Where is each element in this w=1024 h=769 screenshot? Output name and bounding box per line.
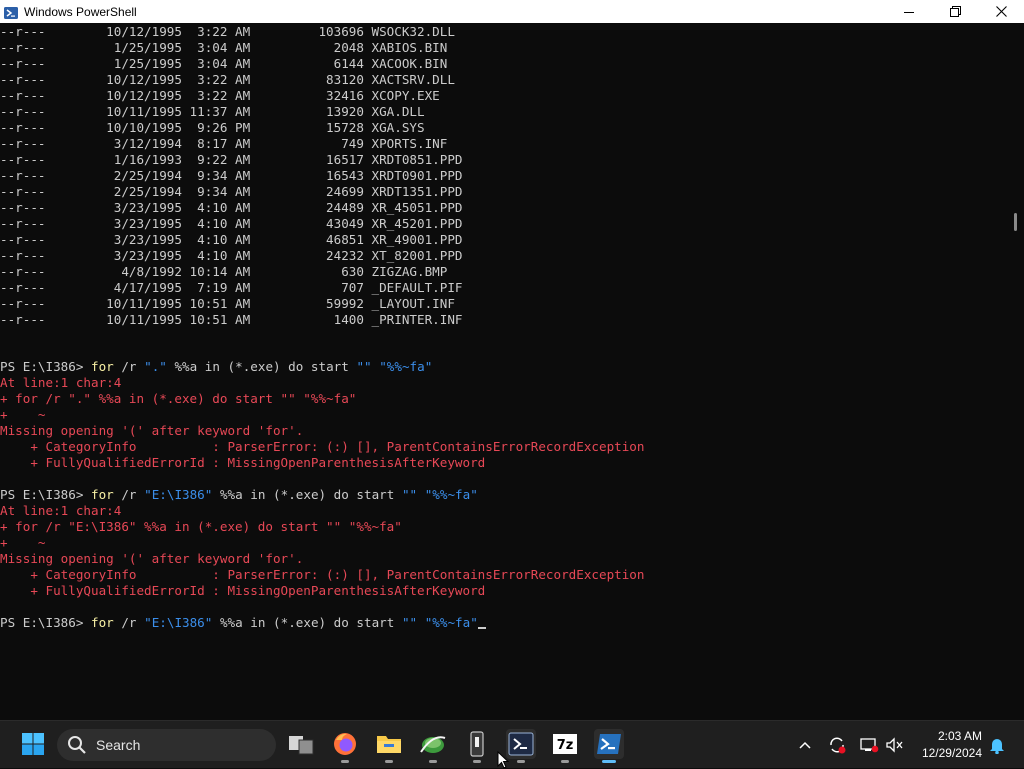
svg-text:7z: 7z <box>557 738 574 753</box>
text-cursor <box>477 627 486 629</box>
file-explorer-button[interactable] <box>374 729 404 763</box>
scrollbar-thumb[interactable] <box>1014 213 1017 231</box>
active-indicator <box>602 760 616 763</box>
7zip-icon: 7z <box>553 734 577 754</box>
listing-row: --r--- 10/12/1995 3:22 AM 83120 XACTSRV.… <box>0 72 455 87</box>
chevron-up-icon <box>799 741 811 749</box>
search-label: Search <box>96 737 141 753</box>
taskbar: Search 7z 2:03 AM 12/29/2024 <box>0 720 1024 769</box>
error-location: At line:1 char:4 <box>0 503 122 518</box>
listing-row: --r--- 2/25/1994 9:34 AM 16543 XRDT0901.… <box>0 168 463 183</box>
bell-icon <box>990 739 1004 754</box>
powershell-ise-button[interactable] <box>506 729 536 763</box>
show-hidden-icons-button[interactable] <box>794 721 816 769</box>
error-location: At line:1 char:4 <box>0 375 122 390</box>
listing-row: --r--- 4/8/1992 10:14 AM 630 ZIGZAG.BMP <box>0 264 448 279</box>
error-caret: + ~ <box>0 407 46 422</box>
error-caret: + ~ <box>0 535 46 550</box>
listing-row: --r--- 10/11/1995 10:51 AM 59992 _LAYOUT… <box>0 296 455 311</box>
command-line: PS E:\I386> for /r "E:\I386" %%a in (*.e… <box>0 487 478 502</box>
listing-row: --r--- 2/25/1994 9:34 AM 24699 XRDT1351.… <box>0 184 463 199</box>
running-indicator <box>561 760 569 763</box>
listing-row: --r--- 10/12/1995 3:22 AM 103696 WSOCK32… <box>0 24 455 39</box>
task-view-icon <box>289 736 314 755</box>
network-icon <box>860 738 879 753</box>
start-button[interactable] <box>18 729 48 759</box>
listing-row: --r--- 3/12/1994 8:17 AM 749 XPORTS.INF <box>0 136 448 151</box>
listing-row: --r--- 10/12/1995 3:22 AM 32416 XCOPY.EX… <box>0 88 440 103</box>
error-echo: + for /r "E:\I386" %%a in (*.exe) do sta… <box>0 519 402 534</box>
mouse-cursor-icon <box>497 751 509 769</box>
powershell-icon <box>4 5 18 19</box>
error-message: Missing opening '(' after keyword 'for'. <box>0 423 304 438</box>
task-view-button[interactable] <box>286 729 316 759</box>
listing-row: --r--- 1/25/1995 3:04 AM 6144 XACOOK.BIN <box>0 56 448 71</box>
sync-status-button[interactable] <box>826 721 848 769</box>
error-echo: + for /r "." %%a in (*.exe) do start "" … <box>0 391 357 406</box>
7zip-button[interactable]: 7z <box>550 729 580 763</box>
listing-row: --r--- 4/17/1995 7:19 AM 707 _DEFAULT.PI… <box>0 280 463 295</box>
error-message: Missing opening '(' after keyword 'for'. <box>0 551 304 566</box>
clock[interactable]: 2:03 AM 12/29/2024 <box>910 728 982 762</box>
listing-row: --r--- 10/11/1995 10:51 AM 1400 _PRINTER… <box>0 312 463 327</box>
clock-date: 12/29/2024 <box>921 746 982 760</box>
phone-link-button[interactable] <box>462 729 492 763</box>
window-title-bar[interactable]: Windows PowerShell <box>0 0 1024 23</box>
listing-row: --r--- 1/25/1995 3:04 AM 2048 XABIOS.BIN <box>0 40 448 55</box>
powershell-button[interactable] <box>594 729 624 763</box>
folder-icon <box>377 736 401 753</box>
listing-row: --r--- 10/10/1995 9:26 PM 15728 XGA.SYS <box>0 120 425 135</box>
listing-row: --r--- 3/23/1995 4:10 AM 46851 XR_49001.… <box>0 232 463 247</box>
maximize-button[interactable] <box>932 0 978 23</box>
listing-row: --r--- 3/23/1995 4:10 AM 24489 XR_45051.… <box>0 200 463 215</box>
running-indicator <box>473 760 481 763</box>
network-button[interactable] <box>858 721 880 769</box>
speaker-muted-icon <box>886 737 903 753</box>
command-line: PS E:\I386> for /r "." %%a in (*.exe) do… <box>0 359 433 374</box>
sync-icon <box>830 737 846 754</box>
windows-icon <box>22 733 44 755</box>
window-title: Windows PowerShell <box>24 4 137 19</box>
running-indicator <box>385 760 393 763</box>
close-icon <box>995 6 1007 17</box>
firefox-button[interactable] <box>330 729 360 763</box>
network-globe-icon <box>420 736 446 753</box>
listing-row: --r--- 10/11/1995 11:37 AM 13920 XGA.DLL <box>0 104 425 119</box>
clock-time: 2:03 AM <box>937 729 982 743</box>
close-button[interactable] <box>978 0 1024 23</box>
terminal-output[interactable]: --r--- 10/12/1995 3:22 AM 103696 WSOCK32… <box>0 23 1024 720</box>
network-tool-button[interactable] <box>418 729 448 763</box>
minimize-icon <box>904 11 914 13</box>
taskbar-search[interactable]: Search <box>57 729 276 761</box>
listing-row: --r--- 1/16/1993 9:22 AM 16517 XRDT0851.… <box>0 152 463 167</box>
error-category: + CategoryInfo : ParserError: (:) [], Pa… <box>0 567 645 582</box>
running-indicator <box>341 760 349 763</box>
current-command-line[interactable]: PS E:\I386> for /r "E:\I386" %%a in (*.e… <box>0 615 486 631</box>
running-indicator <box>517 760 525 763</box>
error-id: + FullyQualifiedErrorId : MissingOpenPar… <box>0 455 486 470</box>
powershell-taskbar-icon <box>597 734 621 754</box>
error-id: + FullyQualifiedErrorId : MissingOpenPar… <box>0 583 486 598</box>
phone-icon <box>470 731 484 757</box>
firefox-icon <box>334 733 356 755</box>
notifications-button[interactable] <box>986 721 1008 769</box>
minimize-button[interactable] <box>886 0 932 23</box>
restore-icon <box>949 6 961 17</box>
running-indicator <box>429 760 437 763</box>
search-icon <box>68 736 86 754</box>
volume-button[interactable] <box>884 721 906 769</box>
error-category: + CategoryInfo : ParserError: (:) [], Pa… <box>0 439 645 454</box>
listing-row: --r--- 3/23/1995 4:10 AM 43049 XR_45201.… <box>0 216 463 231</box>
listing-row: --r--- 3/23/1995 4:10 AM 24232 XT_82001.… <box>0 248 463 263</box>
powershell-ise-icon <box>508 732 534 756</box>
